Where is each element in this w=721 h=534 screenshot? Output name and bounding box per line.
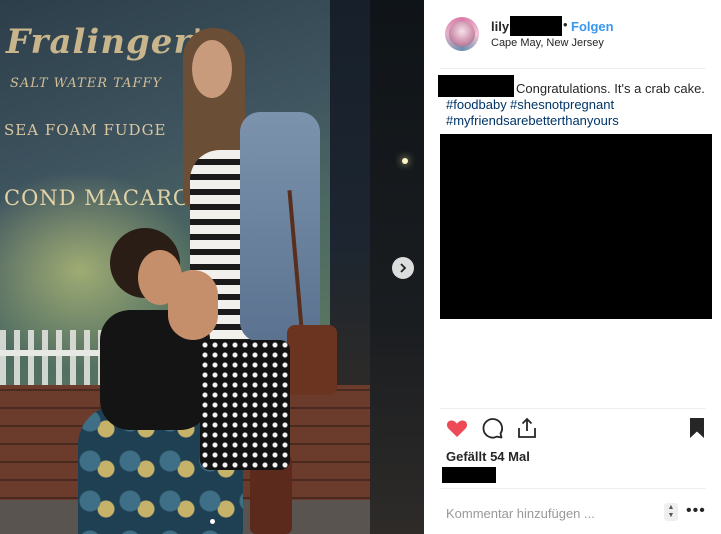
polka-dot-bag bbox=[200, 340, 290, 470]
brown-bag bbox=[287, 325, 337, 395]
avatar[interactable] bbox=[445, 17, 479, 51]
action-bar bbox=[424, 410, 721, 450]
like-count[interactable]: Gefällt 54 Mal bbox=[446, 449, 530, 464]
picket-fence bbox=[0, 330, 110, 385]
share-icon[interactable] bbox=[514, 416, 540, 442]
divider bbox=[440, 488, 706, 489]
hashtag-link[interactable]: #shesnotpregnant bbox=[510, 97, 614, 112]
redaction-box bbox=[442, 467, 496, 483]
hashtag-link[interactable]: #myfriendsarebetterthanyours bbox=[446, 113, 619, 128]
redaction-box bbox=[438, 75, 514, 97]
post-photo[interactable]: Fralinger's SALT WATER TAFFY SEA FOAM FU… bbox=[0, 0, 424, 534]
standing-woman-face bbox=[192, 40, 232, 98]
comment-icon[interactable] bbox=[479, 416, 505, 442]
post-sidebar: lily • Folgen Cape May, New Jersey Congr… bbox=[424, 0, 721, 534]
caption-text: Congratulations. It's a crab cake. bbox=[516, 81, 705, 96]
sign-fudge: SEA FOAM FUDGE bbox=[4, 121, 167, 139]
carousel-indicator bbox=[0, 519, 424, 524]
separator-dot: • bbox=[563, 17, 568, 32]
username-link[interactable]: lily bbox=[491, 19, 509, 34]
carousel-dot bbox=[209, 519, 215, 524]
redaction-box bbox=[510, 16, 562, 36]
divider bbox=[440, 408, 706, 409]
street-lamp bbox=[402, 158, 408, 164]
more-options-button[interactable]: ••• bbox=[686, 502, 706, 520]
location-link[interactable]: Cape May, New Jersey bbox=[491, 37, 604, 49]
kneeling-woman-arm bbox=[168, 270, 218, 340]
resize-stepper-icon[interactable]: ▲ ▼ bbox=[664, 503, 678, 521]
hashtag-link[interactable]: #foodbaby bbox=[446, 97, 507, 112]
divider bbox=[440, 68, 706, 69]
post-header: lily • Folgen Cape May, New Jersey bbox=[424, 0, 721, 68]
sign-taffy: SALT WATER TAFFY bbox=[10, 76, 163, 91]
fence-rail bbox=[0, 350, 110, 356]
follow-button[interactable]: Folgen bbox=[571, 19, 614, 34]
denim-jacket bbox=[240, 112, 320, 342]
heart-icon[interactable] bbox=[444, 416, 470, 442]
redaction-box bbox=[440, 134, 712, 319]
comment-field[interactable] bbox=[446, 506, 646, 521]
bookmark-icon[interactable] bbox=[684, 416, 710, 442]
chevron-right-icon[interactable] bbox=[392, 257, 414, 279]
